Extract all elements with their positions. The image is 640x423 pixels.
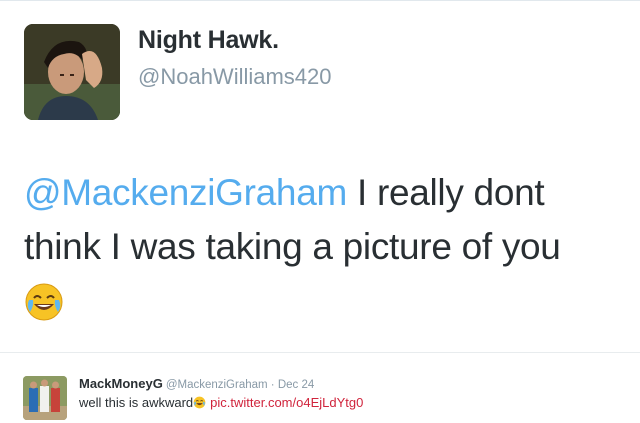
quoted-author-avatar[interactable] bbox=[23, 376, 67, 420]
quoted-author-handle[interactable]: @MackenziGraham bbox=[166, 379, 268, 391]
quoted-tweet-header: MackMoneyG @MackenziGraham · Dec 24 bbox=[79, 376, 314, 391]
tweet-screenshot: Night Hawk. @NoahWilliams420 @MackenziGr… bbox=[0, 0, 640, 423]
top-divider bbox=[0, 0, 640, 1]
author-display-name[interactable]: Night Hawk. bbox=[138, 26, 279, 55]
face-with-tears-of-joy-icon bbox=[193, 396, 206, 409]
quoted-tweet-pic-link[interactable]: pic.twitter.com/o4EjLdYtg0 bbox=[210, 395, 363, 410]
author-avatar[interactable] bbox=[24, 24, 120, 120]
author-handle[interactable]: @NoahWilliams420 bbox=[138, 64, 332, 90]
tweet-text: @MackenziGraham I really dont think I wa… bbox=[24, 166, 624, 322]
quoted-separator: · bbox=[267, 379, 278, 391]
quoted-tweet-text: well this is awkward bbox=[79, 395, 194, 410]
quoted-tweet-body: well this is awkward pic.twitter.com/o4E… bbox=[79, 395, 363, 410]
quoted-author-name[interactable]: MackMoneyG bbox=[79, 376, 163, 391]
section-divider bbox=[0, 352, 640, 353]
quoted-date[interactable]: Dec 24 bbox=[278, 379, 314, 391]
face-with-tears-of-joy-icon bbox=[25, 283, 63, 321]
mention-link[interactable]: @MackenziGraham bbox=[24, 172, 347, 213]
